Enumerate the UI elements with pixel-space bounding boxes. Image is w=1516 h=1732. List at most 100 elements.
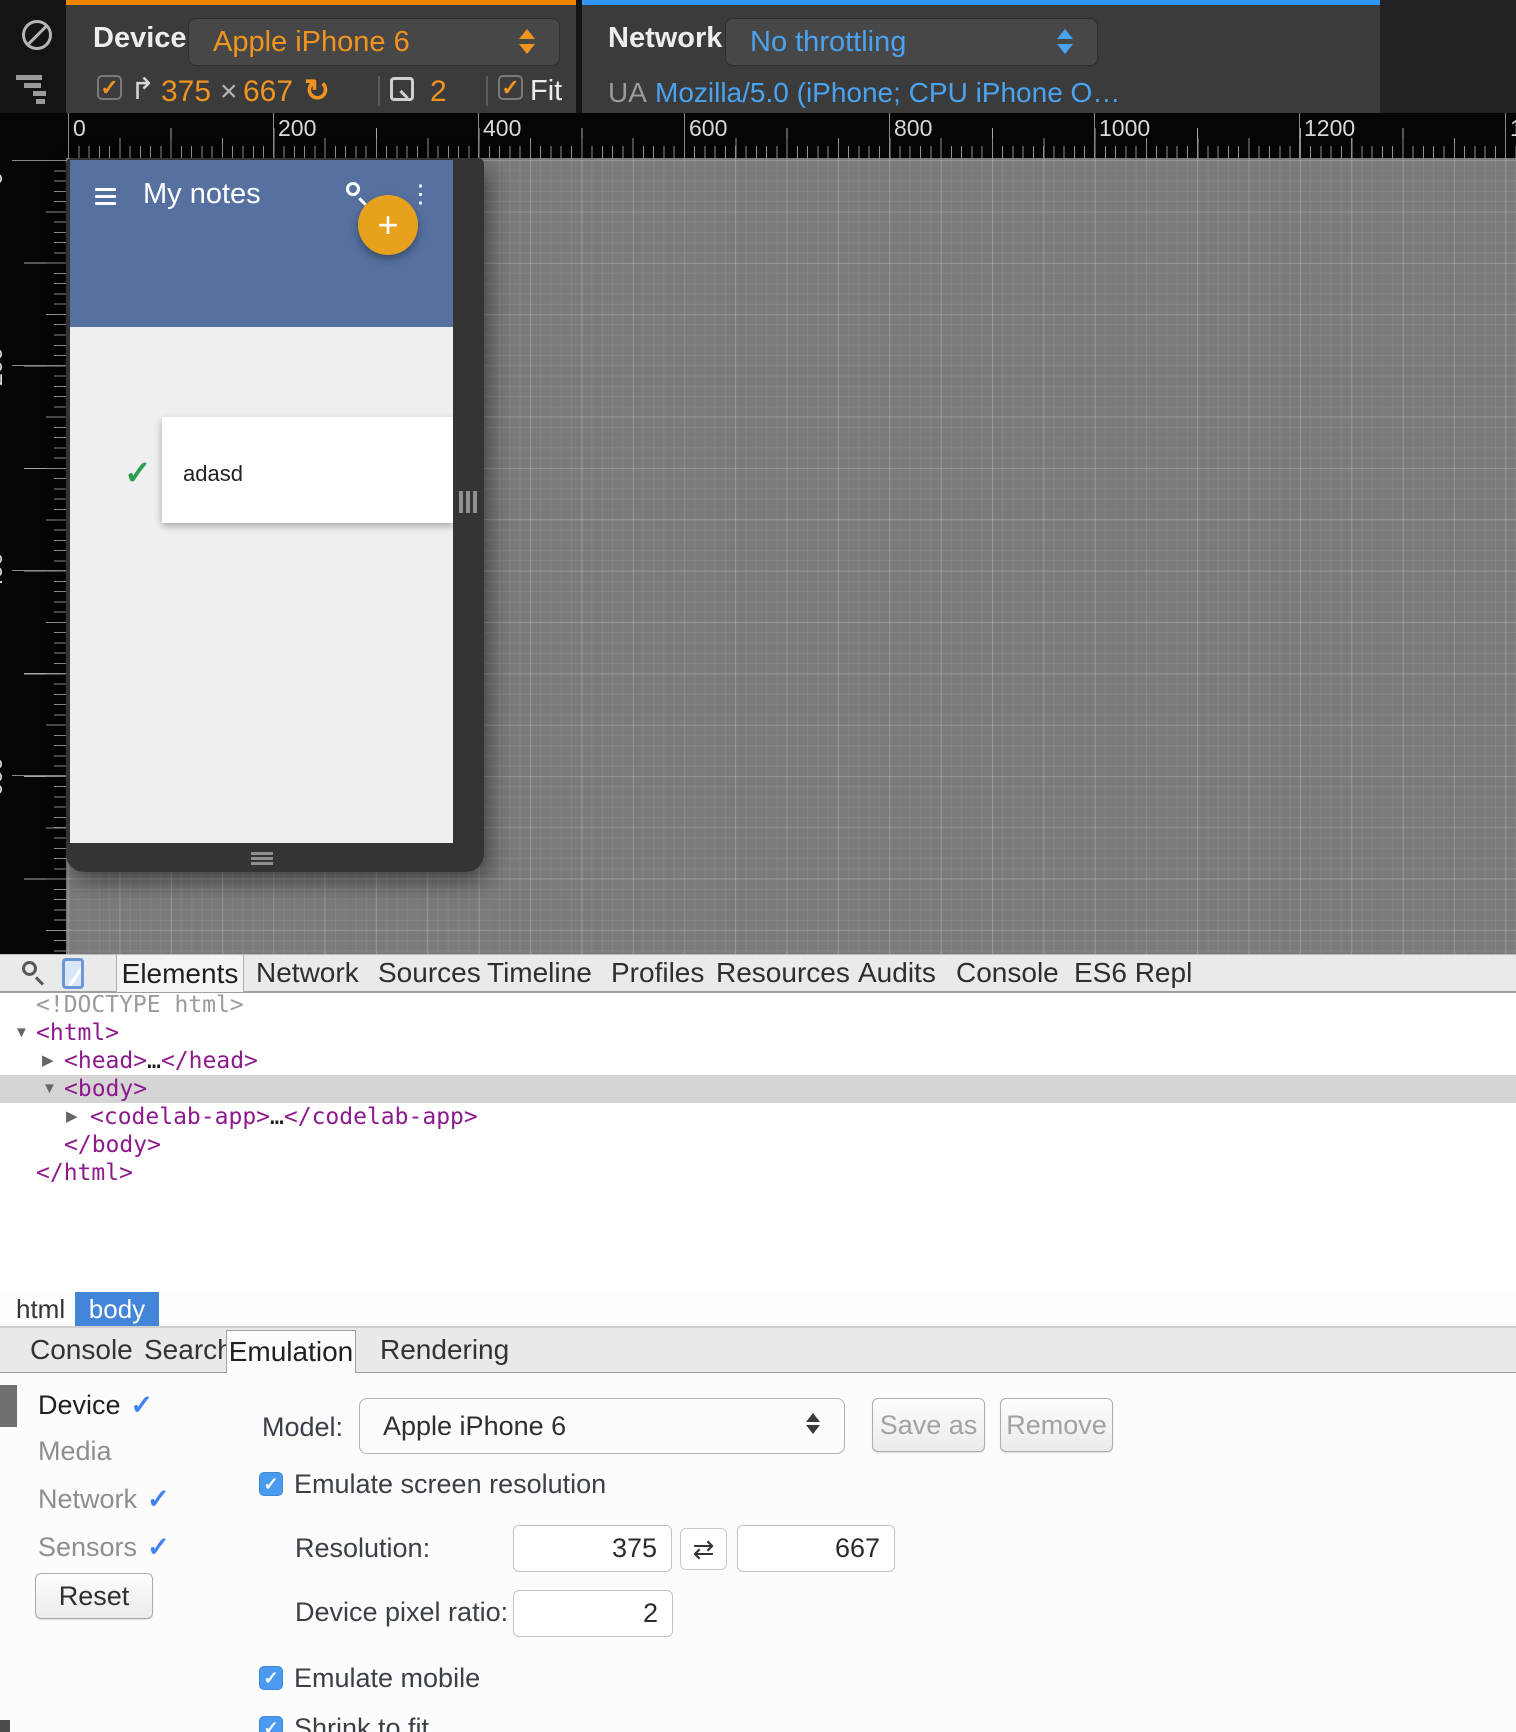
overflow-menu-icon[interactable]: ⋮ [408,179,433,209]
add-note-fab[interactable]: + [358,195,418,255]
expand-arrow-icon[interactable]: ▼ [42,1075,57,1103]
app-title: My notes [143,178,261,210]
refresh-icon[interactable]: ↻ [304,75,330,106]
ruler-label: 200 [0,347,7,386]
dom-line-body-selected[interactable]: ▼ <body> [0,1075,1516,1103]
device-label: Device [93,22,187,54]
tab-audits[interactable]: Audits [858,955,936,991]
device-frame: My notes ⋮ + ✓ adasd [66,158,484,872]
remove-button[interactable]: Remove [1000,1398,1113,1452]
tab-sources[interactable]: Sources [378,955,481,991]
device-pixel-ratio-icon [390,77,414,101]
resolution-label: Resolution: [295,1533,431,1563]
viewport-width[interactable]: 375 [161,75,211,109]
network-toolbar-section: Network No throttling UA Mozilla/5.0 (iP… [582,0,1380,113]
sidebar-item-media[interactable]: Media [38,1437,112,1465]
vertical-ruler: 0 200 400 600 [0,113,66,954]
dom-line-html-close[interactable]: </html> [0,1159,1516,1187]
resize-handle-right[interactable] [466,491,470,513]
model-value: Apple iPhone 6 [383,1410,567,1441]
sidebar-selection-indicator [0,1385,17,1427]
note-text: adasd [183,461,243,486]
check-icon: ✓ [147,1532,170,1562]
sidebar-item-network[interactable]: Network ✓ [38,1485,170,1513]
drawer-tab-rendering[interactable]: Rendering [380,1328,509,1372]
emulation-panel: Device ✓ Media Network ✓ Sensors ✓ Reset Mo… [0,1373,1516,1732]
device-pixel-ratio-label: Device pixel ratio: [295,1597,509,1627]
resolution-width-input[interactable]: 375 [513,1525,672,1572]
tab-network[interactable]: Network [256,955,359,991]
ruler-label: 400 [483,115,522,141]
ruler-label: 800 [894,115,933,141]
breadcrumb-body-selected[interactable]: body [75,1292,159,1326]
device-toolbar-section: Device Apple iPhone 6 ✓ ↱ 375 × 667 ↻ 2 … [66,0,576,113]
resize-handle-bottom[interactable] [251,862,273,865]
fit-checkbox[interactable]: ✓ [498,75,523,100]
ruler-label: 1000 [1099,115,1151,141]
breadcrumb-html[interactable]: html [16,1292,65,1326]
select-arrows-icon [519,29,535,54]
resize-handle-bottom[interactable] [251,852,273,855]
ruler-label: 600 [689,115,728,141]
ruler-label: 0 [73,115,86,141]
drawer-tab-emulation[interactable]: Emulation [226,1330,356,1374]
device-model-select[interactable]: Apple iPhone 6 [188,18,560,66]
elements-panel: <!DOCTYPE html> ▼ <html> ▶ <head>…</head… [0,991,1516,1292]
dom-line-doctype[interactable]: <!DOCTYPE html> [0,991,1516,1019]
emulate-resolution-checkbox[interactable]: ✓ [259,1472,283,1496]
tab-timeline[interactable]: Timeline [487,955,592,991]
ua-label: UA [608,77,647,108]
shrink-to-fit-checkbox[interactable]: ✓ [259,1716,283,1732]
emulate-mobile-label: Emulate mobile [294,1663,481,1693]
throttling-select[interactable]: No throttling [725,18,1098,66]
emulate-mobile-checkbox[interactable]: ✓ [259,1666,283,1690]
ruler-label: 200 [278,115,317,141]
ruler-label: 1200 [1304,115,1356,141]
model-select[interactable]: Apple iPhone 6 [359,1398,845,1454]
model-label: Model: [262,1412,344,1442]
tab-resources[interactable]: Resources [716,955,850,991]
resize-handle-right[interactable] [459,491,463,513]
device-screen: My notes ⋮ + ✓ adasd [70,160,453,843]
tab-elements[interactable]: Elements [116,955,244,992]
tab-es6-repl[interactable]: ES6 Repl [1074,955,1192,991]
viewport-height[interactable]: 667 [243,75,293,109]
rotate-icon[interactable]: ↱ [130,75,155,105]
breadcrumb: html body [0,1292,1516,1327]
expand-arrow-icon[interactable]: ▼ [14,1019,29,1047]
ua-value[interactable]: Mozilla/5.0 (iPhone; CPU iPhone O… [655,77,1120,109]
resolution-height-input[interactable]: 667 [737,1525,895,1572]
sidebar-item-sensors[interactable]: Sensors ✓ [38,1533,170,1561]
tab-profiles[interactable]: Profiles [611,955,704,991]
collapse-arrow-icon[interactable]: ▶ [66,1103,78,1131]
toolbar-spacer [1380,0,1516,113]
toggle-device-mode-icon[interactable] [62,958,84,989]
horizontal-ruler: 0 200 400 600 800 1000 1200 1400 [0,113,1516,158]
dom-line-html-open[interactable]: ▼ <html> [0,1019,1516,1047]
device-pixel-ratio-badge: 2 [430,75,447,108]
dom-line-head[interactable]: ▶ <head>…</head> [0,1047,1516,1075]
note-check-icon[interactable]: ✓ [124,453,152,492]
emulation-toolbar: Device Apple iPhone 6 ✓ ↱ 375 × 667 ↻ 2 … [0,0,1516,113]
block-icon[interactable] [22,20,52,50]
throttling-value: No throttling [750,25,907,58]
collapse-arrow-icon[interactable]: ▶ [42,1047,54,1075]
sidebar-item-device[interactable]: Device ✓ [38,1391,153,1419]
drawer-tab-console[interactable]: Console [30,1328,133,1372]
swap-dimensions-button[interactable]: ⇄ [680,1528,727,1570]
ruler-label: 400 [0,552,7,591]
resolution-checkbox[interactable]: ✓ [97,75,122,100]
save-as-button[interactable]: Save as [872,1398,985,1452]
device-pixel-ratio-input[interactable]: 2 [513,1590,673,1637]
dom-line-codelab-app[interactable]: ▶ <codelab-app>…</codelab-app> [0,1103,1516,1131]
devtools-tabbar: Elements Network Sources Timeline Profil… [0,954,1516,993]
resize-handle-bottom[interactable] [251,857,273,860]
dom-line-body-close[interactable]: </body> [0,1131,1516,1159]
toolbar-divider [378,76,380,106]
devtools-window: Device Apple iPhone 6 ✓ ↱ 375 × 667 ↻ 2 … [0,0,1516,1732]
drawer-tab-search[interactable]: Search [144,1328,233,1372]
shrink-to-fit-label: Shrink to fit [294,1713,430,1732]
reset-button[interactable]: Reset [35,1573,153,1619]
resize-handle-right[interactable] [473,491,477,513]
tab-console[interactable]: Console [956,955,1059,991]
